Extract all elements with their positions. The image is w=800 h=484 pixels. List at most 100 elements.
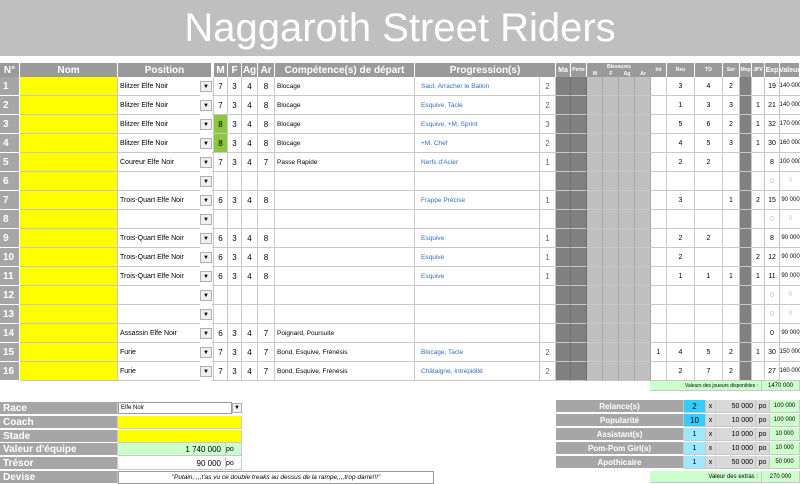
progression-count: 2 [540, 77, 556, 96]
player-name-input[interactable] [20, 210, 118, 229]
injury-cell [603, 362, 619, 381]
race-select[interactable]: Elfe Noir [118, 402, 232, 414]
progression-skills: Esquive [415, 267, 540, 286]
player-name-input[interactable] [20, 362, 118, 381]
progression-skills: Esquive, Tacle [415, 96, 540, 115]
chevron-down-icon[interactable]: ▼ [200, 328, 212, 339]
progression-count [540, 210, 556, 229]
injury-cell [635, 172, 651, 191]
player-name-input[interactable] [20, 248, 118, 267]
extra-unit: po [756, 442, 770, 455]
stat-jpv: 1 [752, 343, 765, 362]
chevron-down-icon[interactable]: ▼ [200, 119, 212, 130]
injury-cell [619, 77, 635, 96]
ma-cell [556, 191, 571, 210]
position-select[interactable]: Blitzer Elfe Noir [118, 134, 200, 153]
stat-mvp [740, 77, 752, 96]
player-name-input[interactable] [20, 191, 118, 210]
chevron-down-icon[interactable]: ▼ [200, 176, 212, 187]
position-select[interactable]: Blitzer Elfe Noir [118, 77, 200, 96]
stat-m [214, 210, 228, 229]
ma-cell [556, 172, 571, 191]
extra-qty-input[interactable]: 10 [684, 414, 706, 427]
extra-qty-input[interactable]: 1 [684, 428, 706, 441]
header-sor: Sor [723, 63, 740, 77]
label-tresor: Trésor [0, 457, 118, 470]
header-td: TD [695, 63, 723, 77]
extra-qty-input[interactable]: 1 [684, 442, 706, 455]
chevron-down-icon[interactable]: ▼ [200, 138, 212, 149]
player-name-input[interactable] [20, 343, 118, 362]
player-name-input[interactable] [20, 286, 118, 305]
position-select[interactable] [118, 286, 200, 305]
player-name-input[interactable] [20, 229, 118, 248]
extra-price: 50 000 [716, 400, 756, 413]
starting-skills [275, 191, 415, 210]
chevron-down-icon[interactable]: ▼ [200, 252, 212, 263]
pert-cell [571, 96, 587, 115]
position-select[interactable]: Trois-Quart Elfe Noir [118, 267, 200, 286]
progression-skills: +M, Chef [415, 134, 540, 153]
stat-ag: 4 [242, 153, 258, 172]
chevron-down-icon[interactable]: ▼ [200, 347, 212, 358]
stat-m: 7 [214, 343, 228, 362]
chevron-down-icon[interactable]: ▼ [232, 403, 242, 413]
injury-cell [587, 286, 603, 305]
player-name-input[interactable] [20, 267, 118, 286]
position-select[interactable] [118, 305, 200, 324]
ma-cell [556, 77, 571, 96]
player-name-input[interactable] [20, 77, 118, 96]
stat-sor [723, 210, 740, 229]
position-select[interactable]: Furie [118, 362, 200, 381]
position-select[interactable]: Blitzer Elfe Noir [118, 96, 200, 115]
chevron-down-icon[interactable]: ▼ [200, 100, 212, 111]
player-number: 14 [0, 324, 20, 343]
extra-qty-input[interactable]: 1 [684, 456, 706, 469]
player-name-input[interactable] [20, 305, 118, 324]
player-value: 0 [780, 210, 800, 229]
chevron-down-icon[interactable]: ▼ [200, 309, 212, 320]
stat-int [651, 267, 667, 286]
extra-qty-input[interactable]: 2 [684, 400, 706, 413]
position-select[interactable] [118, 172, 200, 191]
chevron-down-icon[interactable]: ▼ [200, 366, 212, 377]
chevron-down-icon[interactable]: ▼ [200, 214, 212, 225]
stat-exp: 30 [765, 343, 780, 362]
position-select[interactable]: Assassin Elfe Noir [118, 324, 200, 343]
player-name-input[interactable] [20, 172, 118, 191]
position-select[interactable]: Coureur Elfe Noir [118, 153, 200, 172]
chevron-down-icon[interactable]: ▼ [200, 195, 212, 206]
header-ar: Ar [258, 63, 275, 77]
player-name-input[interactable] [20, 115, 118, 134]
chevron-down-icon[interactable]: ▼ [200, 290, 212, 301]
position-select[interactable]: Trois-Quart Elfe Noir [118, 229, 200, 248]
position-select[interactable]: Blitzer Elfe Noir [118, 115, 200, 134]
player-name-input[interactable] [20, 134, 118, 153]
position-select[interactable]: Furie [118, 343, 200, 362]
team-motto[interactable]: "Putain, ,,,t'as vu ce double treaks au … [118, 471, 434, 484]
player-name-input[interactable] [20, 324, 118, 343]
position-select[interactable]: Trois-Quart Elfe Noir [118, 191, 200, 210]
extra-total: 10 000 [770, 428, 800, 441]
stat-f: 3 [228, 77, 242, 96]
progression-count: 2 [540, 96, 556, 115]
stade-input[interactable] [118, 430, 242, 443]
stat-f: 3 [228, 343, 242, 362]
chevron-down-icon[interactable]: ▼ [200, 157, 212, 168]
injury-cell [635, 248, 651, 267]
chevron-down-icon[interactable]: ▼ [200, 81, 212, 92]
stat-mvp [740, 305, 752, 324]
stat-reu: 3 [667, 77, 695, 96]
player-name-input[interactable] [20, 96, 118, 115]
injury-cell [635, 286, 651, 305]
stat-f: 3 [228, 134, 242, 153]
position-select[interactable]: Trois-Quart Elfe Noir [118, 248, 200, 267]
stat-m: 6 [214, 191, 228, 210]
chevron-down-icon[interactable]: ▼ [200, 233, 212, 244]
position-select[interactable] [118, 210, 200, 229]
player-name-input[interactable] [20, 153, 118, 172]
stat-f: 3 [228, 115, 242, 134]
coach-input[interactable] [118, 416, 242, 429]
player-value: 140 000 [780, 77, 800, 96]
chevron-down-icon[interactable]: ▼ [200, 271, 212, 282]
